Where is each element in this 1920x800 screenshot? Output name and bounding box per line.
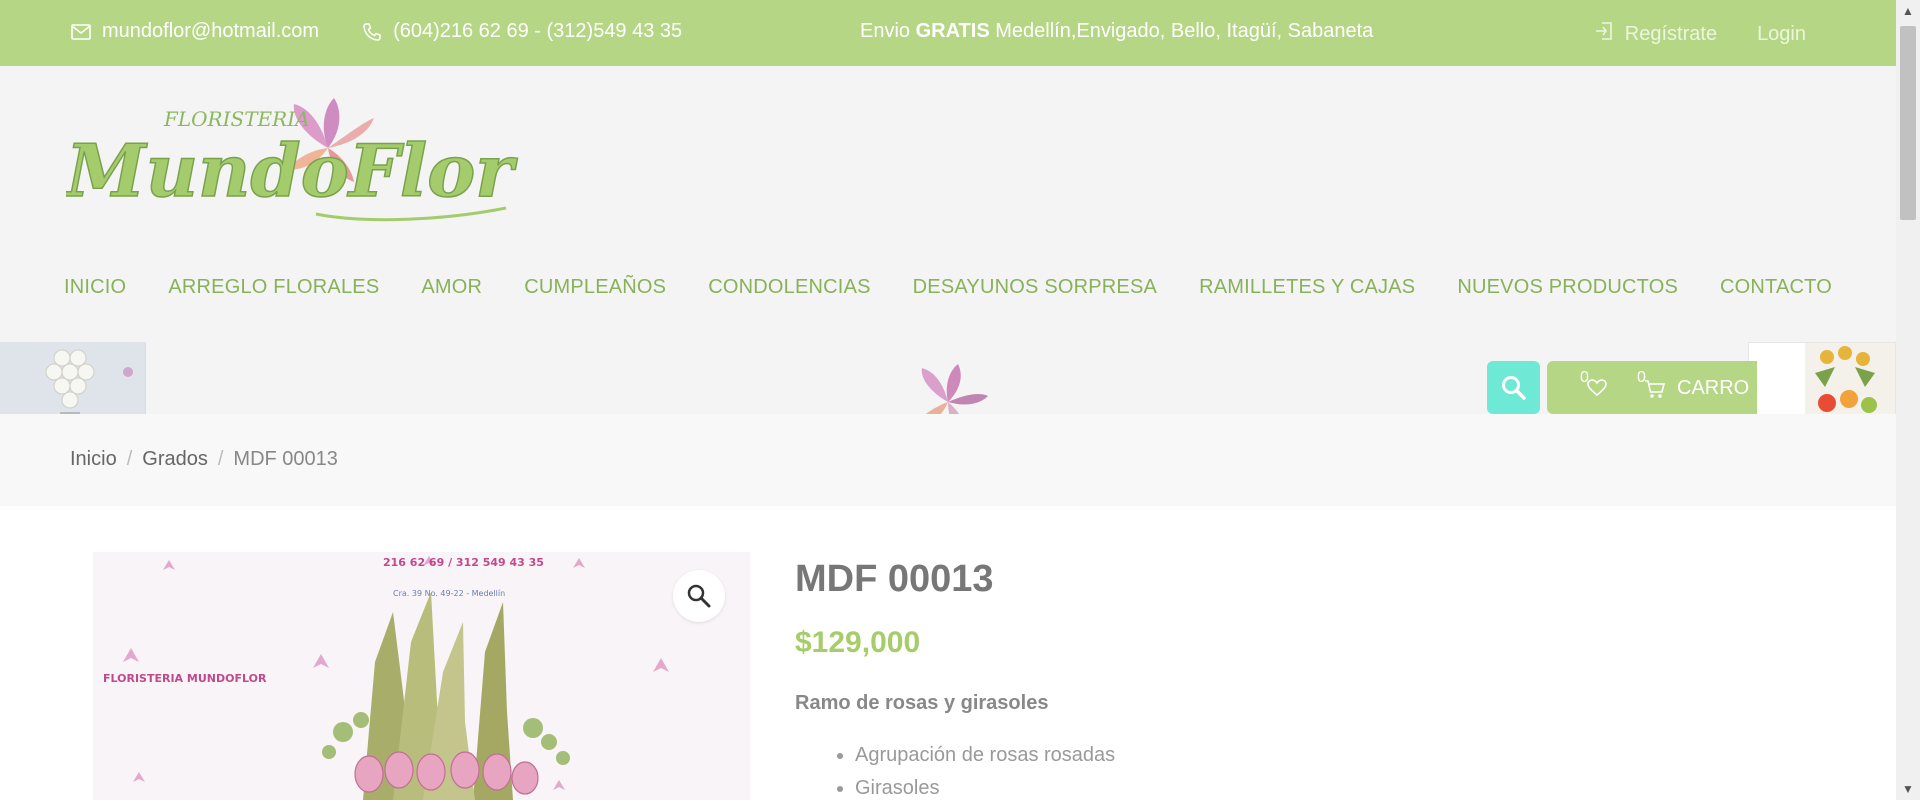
product-subtitle: Ramo de rosas y girasoles [795, 692, 1049, 714]
breadcrumb-home[interactable]: Inicio [70, 448, 117, 471]
page-scrollbar[interactable]: ▲ ▼ [1896, 0, 1920, 800]
login-link[interactable]: Login [1757, 23, 1806, 46]
nav-item-ramilletes-y-cajas[interactable]: RAMILLETES Y CAJAS [1178, 276, 1436, 299]
shipping-free: GRATIS [915, 20, 990, 42]
login-icon [1593, 20, 1615, 48]
breadcrumb-current: MDF 00013 [233, 448, 338, 470]
cart-label[interactable]: CARRO [1677, 377, 1749, 400]
scrollbar-thumb[interactable] [1900, 26, 1916, 220]
phone-link[interactable]: (604)216 62 69 - (312)549 43 35 [393, 20, 682, 43]
scroll-down-icon[interactable]: ▼ [1902, 782, 1914, 796]
breadcrumb-category[interactable]: Grados [142, 448, 208, 471]
shipping-prefix: Envio [860, 20, 916, 42]
nav-item-nuevos-productos[interactable]: NUEVOS PRODUCTOS [1436, 276, 1699, 299]
magnifier-icon [687, 584, 711, 608]
search-icon [1501, 375, 1526, 400]
site-logo[interactable]: FLORISTERIA MundoFlor [62, 96, 536, 236]
shipping-cities: Medellín,Envigado, Bello, Itagüí, Sabane… [989, 20, 1374, 42]
zoom-button[interactable] [673, 570, 725, 622]
breadcrumb-bar: Inicio / Grados / MDF 00013 [0, 414, 1896, 506]
email-link[interactable]: mundoflor@hotmail.com [102, 20, 319, 43]
product-content: 216 62 69 / 312 549 43 35 FLORISTERIA MU… [0, 506, 1896, 800]
product-image[interactable]: 216 62 69 / 312 549 43 35 FLORISTERIA MU… [93, 552, 750, 800]
breadcrumb-separator: / [126, 448, 133, 470]
product-title: MDF 00013 [795, 558, 994, 600]
nav-item-desayunos-sorpresa[interactable]: DESAYUNOS SORPRESA [892, 276, 1178, 299]
nav-item-inicio[interactable]: INICIO [43, 276, 147, 299]
cart-icon[interactable] [1644, 379, 1666, 405]
register-link[interactable]: Regístrate [1625, 23, 1717, 46]
nav-item-cumpleanos[interactable]: CUMPLEAÑOS [503, 276, 687, 299]
search-button[interactable] [1487, 361, 1540, 414]
watermark-address: Cra. 39 No. 49-22 - Medellín [393, 589, 505, 598]
feature-item: Agrupación de rosas rosadas [855, 744, 1115, 767]
breadcrumb: Inicio / Grados / MDF 00013 [70, 448, 338, 471]
breadcrumb-separator: / [217, 448, 224, 470]
mail-icon [70, 21, 92, 43]
main-nav: INICIO ARREGLO FLORALES AMOR CUMPLEAÑOS … [0, 276, 1896, 299]
nav-item-amor[interactable]: AMOR [400, 276, 503, 299]
shipping-notice: Envio GRATIS Medellín,Envigado, Bello, I… [860, 20, 1373, 43]
scroll-up-icon[interactable]: ▲ [1902, 4, 1914, 18]
nav-item-condolencias[interactable]: CONDOLENCIAS [687, 276, 891, 299]
logo-brand-text: MundoFlor [66, 128, 518, 213]
top-bar: mundoflor@hotmail.com (604)216 62 69 - (… [0, 0, 1896, 66]
heart-icon[interactable] [1587, 379, 1607, 403]
watermark-phones: 216 62 69 / 312 549 43 35 [383, 556, 544, 569]
phone-icon [361, 21, 383, 43]
product-price: $129,000 [795, 626, 921, 659]
cart-widget[interactable]: 0 0 CARRO [1547, 361, 1757, 414]
nav-item-arreglo-florales[interactable]: ARREGLO FLORALES [147, 276, 400, 299]
nav-item-contacto[interactable]: CONTACTO [1699, 276, 1853, 299]
auth-links: Regístrate Login [1593, 20, 1806, 48]
feature-item: Girasoles [855, 777, 1115, 800]
watermark-brand: FLORISTERIA MUNDOFLOR [103, 672, 267, 685]
contact-info: mundoflor@hotmail.com (604)216 62 69 - (… [70, 20, 682, 43]
product-features: Agrupación de rosas rosadas Girasoles [855, 744, 1115, 800]
